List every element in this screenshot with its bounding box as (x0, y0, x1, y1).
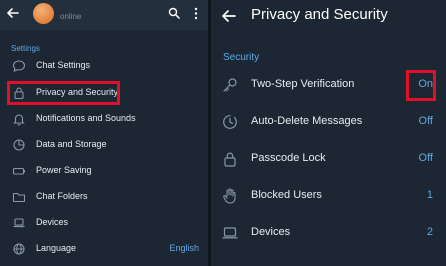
pie-chart-icon (13, 139, 25, 151)
settings-item-power-saving[interactable]: Power Saving (0, 158, 208, 184)
highlight-box-privacy (7, 81, 120, 105)
language-value: English (169, 243, 199, 253)
security-item-auto-delete-messages[interactable]: Auto-Delete Messages Off (211, 104, 446, 140)
security-item-label: Devices (251, 226, 291, 238)
more-options-icon[interactable] (193, 7, 199, 20)
security-item-label: Passcode Lock (251, 152, 326, 164)
folder-icon (12, 192, 26, 203)
security-item-label: Auto-Delete Messages (251, 115, 363, 127)
timer-icon (223, 115, 237, 129)
avatar[interactable] (33, 3, 54, 24)
security-item-passcode-lock[interactable]: Passcode Lock Off (211, 141, 446, 177)
settings-item-label: Power Saving (36, 165, 92, 175)
battery-icon (12, 167, 25, 175)
security-item-blocked-users[interactable]: Blocked Users 1 (211, 178, 446, 214)
settings-item-language[interactable]: Language English (0, 236, 208, 262)
settings-item-notifications-and-sounds[interactable]: Notifications and Sounds (0, 106, 208, 132)
security-item-label: Blocked Users (251, 189, 322, 201)
blocked-users-count: 1 (426, 189, 433, 201)
settings-item-label: Language (36, 243, 77, 253)
security-item-label: Two-Step Verification (251, 78, 355, 90)
settings-item-chat-folders[interactable]: Chat Folders (0, 184, 208, 210)
settings-panel: online Settings Chat Settings Privacy an… (0, 0, 208, 266)
settings-item-devices[interactable]: Devices (0, 210, 208, 236)
lock-icon (224, 152, 236, 167)
settings-item-label: Devices (36, 217, 69, 227)
settings-header: online (0, 0, 208, 30)
settings-item-data-and-storage[interactable]: Data and Storage (0, 132, 208, 158)
bell-icon (13, 114, 25, 126)
key-icon (223, 78, 237, 92)
settings-item-chat-settings[interactable]: Chat Settings (0, 53, 208, 79)
privacy-security-panel: Privacy and Security Security Two-Step V… (211, 0, 446, 266)
devices-count: 2 (426, 226, 433, 238)
back-arrow-icon[interactable] (6, 6, 20, 20)
highlight-box-two-step-status (406, 70, 436, 101)
settings-item-label: Notifications and Sounds (36, 113, 136, 123)
globe-icon (13, 243, 25, 255)
passcode-lock-status: Off (418, 152, 433, 164)
hand-icon (223, 188, 236, 204)
settings-item-label: Data and Storage (36, 139, 107, 149)
chat-bubble-icon (12, 60, 26, 72)
laptop-icon (222, 227, 238, 239)
settings-section-title: Settings (11, 44, 40, 53)
security-section-title: Security (223, 52, 260, 63)
online-status: online (60, 12, 82, 21)
settings-item-label: Chat Folders (36, 191, 88, 201)
auto-delete-status: Off (418, 115, 433, 127)
laptop-icon (13, 218, 25, 228)
search-icon[interactable] (168, 7, 180, 19)
settings-item-label: Chat Settings (36, 60, 91, 70)
security-item-devices[interactable]: Devices 2 (211, 215, 446, 251)
back-arrow-icon[interactable] (221, 8, 237, 24)
page-title: Privacy and Security (251, 6, 388, 23)
